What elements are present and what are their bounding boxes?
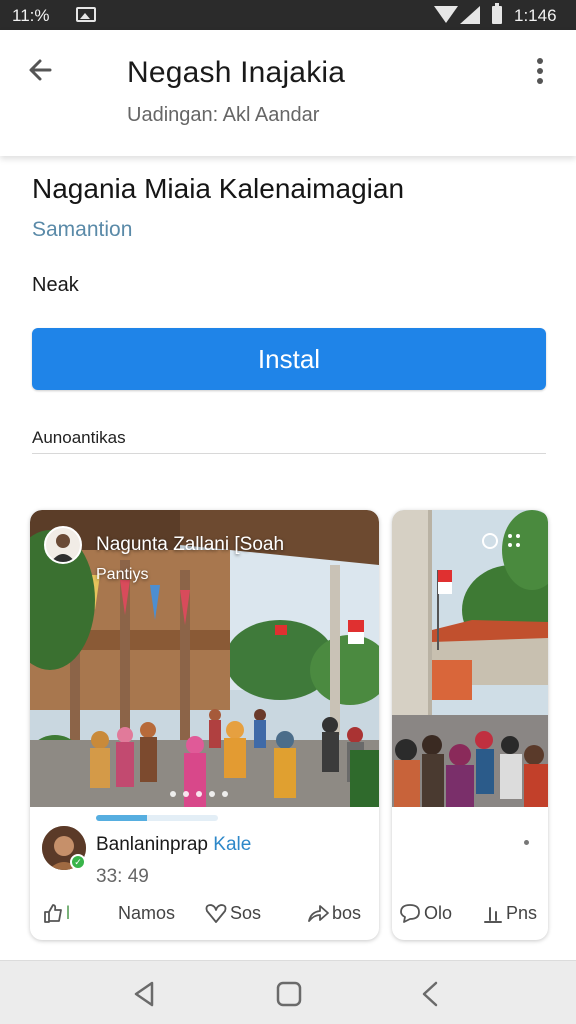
- like-button[interactable]: l: [42, 900, 70, 926]
- names-button[interactable]: Namos: [118, 900, 175, 926]
- post-card-2[interactable]: Olo Pns: [392, 510, 548, 940]
- post-photo-2[interactable]: [392, 510, 548, 807]
- more-vert-icon[interactable]: [528, 56, 552, 86]
- post-photo[interactable]: Nagunta Zallani [Soah Pantiys: [30, 510, 379, 807]
- action-row: l Namos Sos bos: [30, 900, 379, 926]
- system-nav-bar: [0, 960, 576, 1024]
- page-title: Nagania Miaia Kalenaimagian: [32, 173, 405, 204]
- nav-back-icon[interactable]: [130, 979, 160, 1009]
- love-button[interactable]: Sos: [204, 900, 261, 926]
- status-time-left: 11:%: [12, 6, 50, 25]
- app-title: Negash Inajakia: [127, 56, 346, 89]
- gallery-icon: [76, 7, 96, 22]
- stats-button[interactable]: Pns: [482, 900, 537, 926]
- share-button[interactable]: bos: [306, 900, 361, 926]
- heart-icon: [205, 904, 227, 923]
- post-card[interactable]: Nagunta Zallani [Soah Pantiys ✓ Banlanin…: [30, 510, 379, 940]
- install-button[interactable]: Instal: [32, 328, 546, 390]
- author-name[interactable]: Banlaninprap Kale: [96, 834, 251, 856]
- photo-subtitle: Pantiys: [96, 566, 149, 583]
- avatar[interactable]: [44, 526, 82, 564]
- back-arrow-icon[interactable]: [24, 52, 60, 88]
- post-time: 33: 49: [96, 866, 149, 887]
- nav-home-icon[interactable]: [274, 979, 304, 1009]
- divider: [32, 453, 546, 454]
- stats-icon: [484, 907, 502, 923]
- section-label: Aunoantikas: [32, 428, 126, 447]
- verified-icon: ✓: [70, 854, 86, 870]
- share-icon: [308, 905, 329, 922]
- nav-recent-icon[interactable]: [416, 979, 446, 1009]
- status-bar: 11:% 1:146: [0, 0, 576, 30]
- developer-link[interactable]: Samantion: [32, 218, 132, 242]
- app-bar: Negash Inajakia Uadingan: Akl Aandar: [0, 30, 576, 156]
- comment-icon: [400, 904, 420, 923]
- photo-title: Nagunta Zallani [Soah: [96, 534, 285, 555]
- author-avatar[interactable]: ✓: [42, 826, 86, 870]
- info-label: Neak: [32, 274, 79, 296]
- signal-icon: [460, 6, 480, 24]
- status-time-right: 1:146: [514, 6, 557, 25]
- app-subtitle: Uadingan: Akl Aandar: [127, 104, 320, 126]
- more-icon[interactable]: [482, 530, 532, 552]
- menu-dot-icon[interactable]: [524, 840, 529, 845]
- action-row-2: Olo Pns: [392, 900, 548, 926]
- battery-icon: [492, 3, 502, 24]
- like-icon: [44, 904, 62, 923]
- wifi-icon: [434, 6, 458, 23]
- carousel-dots[interactable]: [170, 784, 235, 797]
- comment-button[interactable]: Olo: [398, 900, 452, 926]
- progress-bar: [96, 815, 218, 821]
